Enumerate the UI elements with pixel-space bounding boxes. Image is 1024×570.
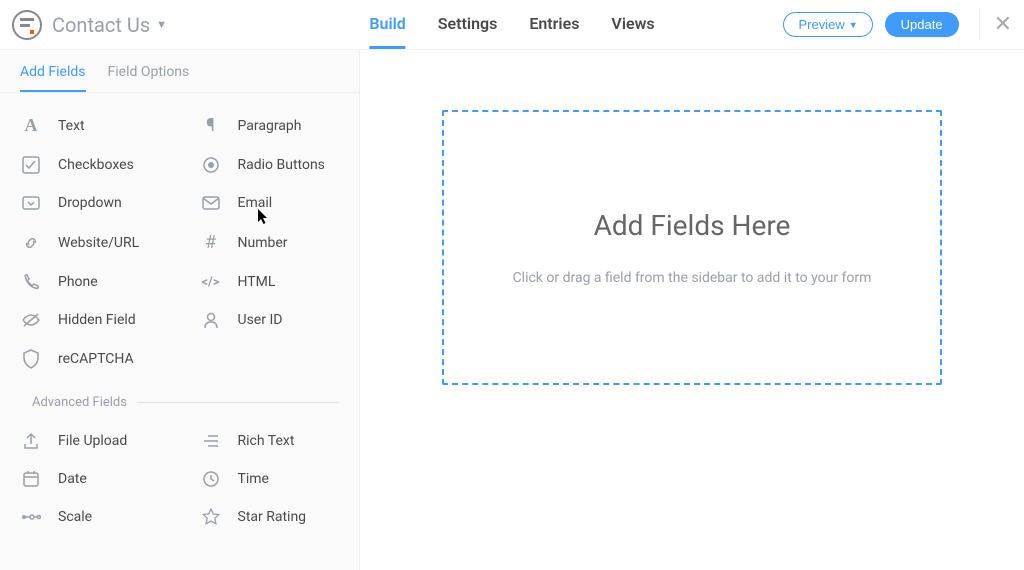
time-icon (200, 470, 222, 488)
dropzone[interactable]: Add Fields Here Click or drag a field fr… (442, 110, 942, 385)
tab-entries[interactable]: Entries (529, 0, 579, 49)
caret-down-icon: ▼ (849, 20, 858, 30)
phone-icon (20, 273, 42, 291)
date-icon (20, 470, 42, 488)
user-icon (200, 311, 222, 329)
richtext-icon (200, 432, 222, 450)
dropzone-hint: Click or drag a field from the sidebar t… (513, 270, 872, 286)
radio-icon (200, 156, 222, 174)
tab-build[interactable]: Build (369, 0, 405, 49)
dropdown-icon (20, 194, 42, 212)
field-dropdown[interactable]: Dropdown (0, 184, 180, 222)
field-time[interactable]: Time (180, 460, 360, 498)
field-star-rating[interactable]: Star Rating (180, 498, 360, 536)
field-hidden[interactable]: Hidden Field (0, 301, 180, 339)
form-title: Contact Us (52, 13, 150, 37)
field-number[interactable]: # Number (180, 222, 360, 263)
paragraph-icon: ¶ (200, 115, 222, 136)
hidden-icon (20, 311, 42, 329)
text-icon: A (20, 115, 42, 136)
field-url[interactable]: Website/URL (0, 222, 180, 263)
field-text[interactable]: A Text (0, 105, 180, 146)
subtab-add-fields[interactable]: Add Fields (20, 64, 86, 92)
field-scale[interactable]: Scale (0, 498, 180, 536)
topbar-actions: Preview ▼ Update ✕ (783, 10, 1012, 40)
field-checkboxes[interactable]: Checkboxes (0, 146, 180, 184)
field-paragraph[interactable]: ¶ Paragraph (180, 105, 360, 146)
upload-icon (20, 432, 42, 450)
dropzone-title: Add Fields Here (594, 209, 791, 242)
sidebar-subtabs: Add Fields Field Options (0, 50, 359, 93)
field-user-id[interactable]: User ID (180, 301, 360, 339)
field-phone[interactable]: Phone (0, 263, 180, 301)
scale-icon (20, 512, 42, 522)
update-button[interactable]: Update (885, 12, 959, 37)
topbar: Contact Us ▼ Build Settings Entries View… (0, 0, 1024, 50)
sidebar: Add Fields Field Options A Text ¶ Paragr… (0, 50, 360, 570)
field-file-upload[interactable]: File Upload (0, 422, 180, 460)
field-rich-text[interactable]: Rich Text (180, 422, 360, 460)
advanced-fields-grid: File Upload Rich Text Date Time (0, 410, 359, 544)
subtab-field-options[interactable]: Field Options (108, 64, 190, 92)
main-tabs: Build Settings Entries Views (369, 0, 654, 49)
recaptcha-icon (20, 349, 42, 369)
form-title-dropdown[interactable]: Contact Us ▼ (52, 13, 167, 37)
form-canvas: Add Fields Here Click or drag a field fr… (360, 50, 1024, 570)
url-icon (20, 234, 42, 252)
basic-fields-grid: A Text ¶ Paragraph Checkboxes Radio Butt… (0, 93, 359, 387)
field-recaptcha[interactable]: reCAPTCHA (0, 339, 180, 379)
email-icon (200, 194, 222, 212)
advanced-fields-label: Advanced Fields (0, 387, 359, 410)
number-icon: # (200, 232, 222, 253)
field-html[interactable]: </> HTML (180, 263, 360, 301)
star-icon (200, 508, 222, 526)
field-date[interactable]: Date (0, 460, 180, 498)
html-icon: </> (200, 275, 222, 290)
close-button[interactable]: ✕ (979, 10, 1012, 40)
checkbox-icon (20, 156, 42, 174)
close-icon: ✕ (994, 12, 1012, 37)
tab-views[interactable]: Views (611, 0, 654, 49)
preview-button[interactable]: Preview ▼ (783, 12, 872, 37)
field-radio[interactable]: Radio Buttons (180, 146, 360, 184)
caret-down-icon: ▼ (156, 18, 167, 31)
tab-settings[interactable]: Settings (438, 0, 498, 49)
field-email[interactable]: Email (180, 184, 360, 222)
app-logo (12, 10, 42, 40)
